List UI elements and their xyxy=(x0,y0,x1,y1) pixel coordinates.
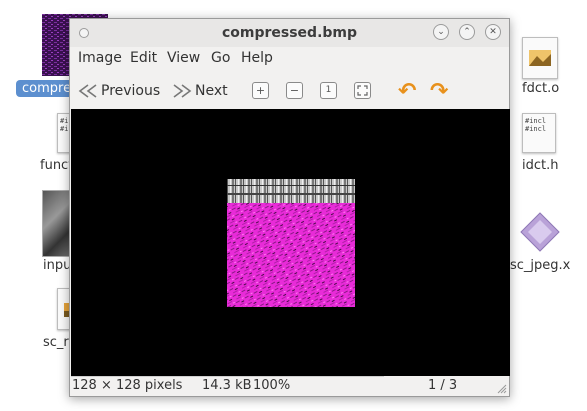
sc-r-file-label[interactable]: sc_r xyxy=(43,335,69,350)
chevron-down-icon: ⌄ xyxy=(437,27,445,37)
close-icon: ✕ xyxy=(489,27,497,37)
status-bar: 128 × 128 pixels 14.3 kB 100% 1 / 3 xyxy=(70,376,509,396)
rotate-left-icon: ↶ xyxy=(398,79,417,104)
previous-button[interactable]: Previous xyxy=(77,80,160,102)
menu-help[interactable]: Help xyxy=(241,50,273,66)
menu-bar: Image Edit View Go Help xyxy=(70,47,509,71)
zoom-in-icon: + xyxy=(255,84,266,97)
menu-edit[interactable]: Edit xyxy=(130,50,157,66)
resize-grip-icon[interactable] xyxy=(497,384,507,394)
toolbar: Previous Next + − 1 ↶ ↷ xyxy=(70,73,509,109)
normal-size-icon: 1 xyxy=(325,85,332,95)
file-size: 14.3 kB xyxy=(202,378,252,393)
sc-jpeg-x-file-icon[interactable] xyxy=(520,212,560,256)
previous-arrow-icon xyxy=(78,84,97,98)
close-button[interactable]: ✕ xyxy=(485,24,501,40)
minimize-button[interactable]: ⌄ xyxy=(433,24,449,40)
image-canvas[interactable] xyxy=(71,109,510,376)
menu-image[interactable]: Image xyxy=(78,50,122,66)
idct-h-file-icon[interactable]: #incl #incl xyxy=(522,113,556,153)
compressed-image xyxy=(227,179,355,307)
image-viewer-window: compressed.bmp ⌄ ⌃ ✕ Image Edit View Go … xyxy=(69,18,510,397)
title-bar[interactable]: compressed.bmp ⌄ ⌃ ✕ xyxy=(70,19,509,47)
previous-label: Previous xyxy=(101,83,161,99)
zoom-out-icon: − xyxy=(289,84,300,97)
image-file-icon xyxy=(529,50,551,66)
rotate-right-button[interactable]: ↷ xyxy=(430,81,448,103)
input-image-label[interactable]: inpu xyxy=(43,258,71,273)
image-position: 1 / 3 xyxy=(428,378,458,393)
menu-view[interactable]: View xyxy=(167,50,200,66)
zoom-out-button[interactable]: − xyxy=(286,82,303,99)
zoom-level: 100% xyxy=(253,378,291,393)
rotate-left-button[interactable]: ↶ xyxy=(398,81,416,103)
chevron-up-icon: ⌃ xyxy=(463,27,471,37)
sc-jpeg-x-file-label[interactable]: sc_jpeg.x xyxy=(510,258,570,273)
next-button[interactable]: Next xyxy=(171,80,228,102)
next-label: Next xyxy=(195,83,228,99)
maximize-button[interactable]: ⌃ xyxy=(459,24,475,40)
fdct-o-file-icon[interactable] xyxy=(522,37,558,79)
best-fit-icon xyxy=(357,85,368,96)
menu-go[interactable]: Go xyxy=(211,50,230,66)
next-arrow-icon xyxy=(173,84,192,98)
executable-diamond-icon xyxy=(520,212,560,252)
zoom-in-button[interactable]: + xyxy=(252,82,269,99)
best-fit-button[interactable] xyxy=(354,82,371,99)
fdct-o-file-label[interactable]: fdct.o xyxy=(522,81,559,96)
normal-size-button[interactable]: 1 xyxy=(320,82,337,99)
status-divider xyxy=(71,376,384,377)
rotate-right-icon: ↷ xyxy=(430,79,449,104)
image-dimensions: 128 × 128 pixels xyxy=(72,378,183,393)
idct-h-file-label[interactable]: idct.h xyxy=(522,158,558,173)
displayed-image xyxy=(227,179,355,307)
